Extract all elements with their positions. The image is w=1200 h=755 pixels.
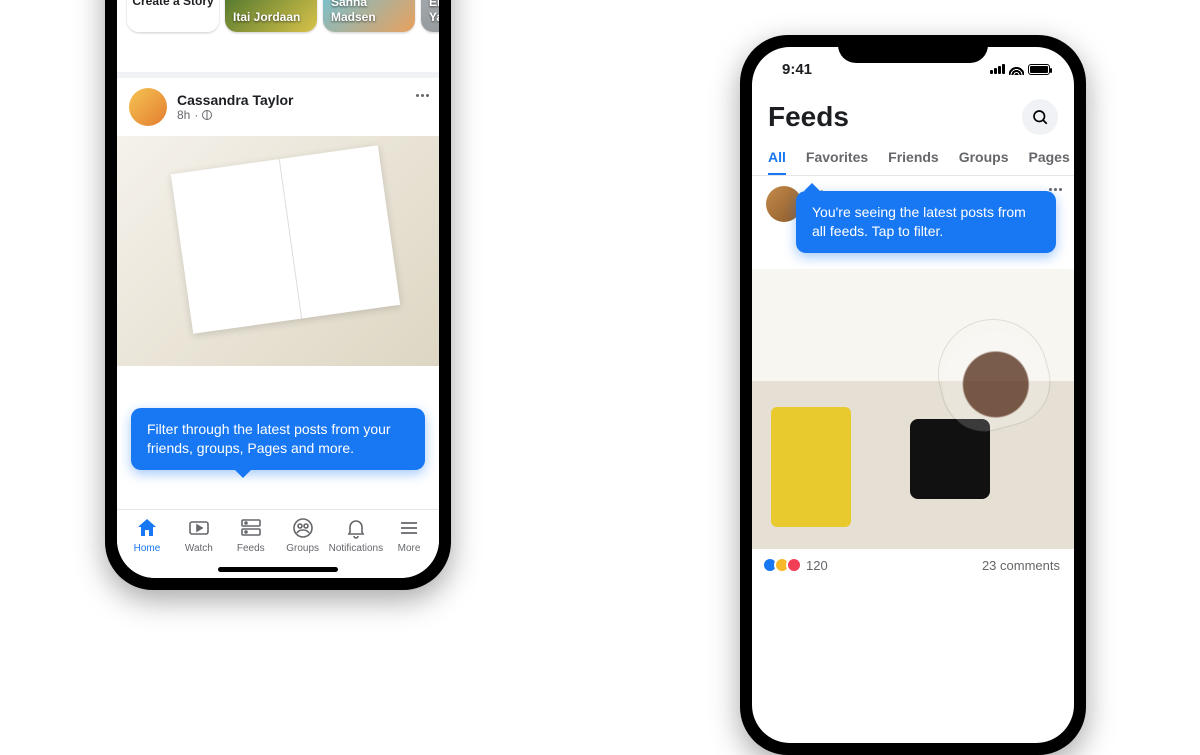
avatar[interactable] [129,88,167,126]
post-image[interactable] [752,269,1074,549]
post-meta: 8h · [177,108,293,122]
search-button[interactable] [1022,99,1058,135]
nav-home[interactable]: Home [121,516,173,574]
post-menu-button[interactable] [416,94,429,97]
phone-notch [838,35,988,63]
feeds-header: Feeds [752,91,1074,141]
reactions[interactable]: 120 [766,557,828,573]
phone-mockup-right: 9:41 Feeds All Favorites Friends Groups … [740,35,1086,755]
story-item[interactable]: Sanna Madsen [323,0,415,32]
comment-count[interactable]: 23 comments [982,558,1060,573]
phone-screen-right: 9:41 Feeds All Favorites Friends Groups … [752,47,1074,743]
story-author-label: Itai Jordaan [233,10,309,24]
tab-friends[interactable]: Friends [888,141,939,175]
coffee-bag-illustration [771,407,851,527]
post-age: 8h [177,108,190,122]
nav-label: Watch [185,543,213,554]
home-indicator[interactable] [117,567,439,572]
post-author[interactable]: Cassandra Taylor [177,92,293,108]
nav-label: Groups [286,543,319,554]
nav-label: Feeds [237,543,265,554]
love-reaction-icon [786,557,802,573]
feeds-filter-tooltip[interactable]: You're seeing the latest posts from all … [796,191,1056,253]
post-image[interactable] [117,136,439,366]
stories-row[interactable]: + Create a Story Itai Jordaan Sanna Mads… [117,0,439,42]
story-item[interactable]: Itai Jordaan [225,0,317,32]
feeds-tooltip[interactable]: Filter through the latest posts from you… [131,408,425,470]
story-item[interactable]: Eitan Yama [421,0,439,32]
bell-icon [344,516,368,540]
nav-groups[interactable]: Groups [277,516,329,574]
post-card: Cassandra Taylor 8h · [117,72,439,366]
story-create-label: Create a Story [127,0,219,32]
home-icon [135,516,159,540]
story-author-label: Eitan Yama [429,0,439,24]
tab-favorites[interactable]: Favorites [806,141,868,175]
nav-notifications[interactable]: Notifications [329,516,383,574]
nav-label: Home [134,543,161,554]
phone-mockup-left: + Create a Story Itai Jordaan Sanna Mads… [105,0,451,590]
signal-icon [989,61,1005,78]
feeds-tabs: All Favorites Friends Groups Pages [752,141,1074,176]
watch-icon [187,516,211,540]
globe-icon [202,110,212,120]
page-title: Feeds [768,101,849,133]
status-time: 9:41 [782,61,812,78]
tab-all[interactable]: All [768,141,786,175]
book-illustration [171,145,401,334]
post-header: Cassandra Taylor 8h · [117,78,439,136]
battery-icon [1028,64,1050,75]
nav-label: Notifications [329,543,383,554]
tab-pages[interactable]: Pages [1029,141,1070,175]
groups-icon [291,516,315,540]
nav-more[interactable]: More [383,516,435,574]
wifi-icon [1009,64,1024,75]
nav-label: More [398,543,421,554]
reaction-count: 120 [806,558,828,573]
post-menu-button[interactable] [1049,188,1062,191]
search-icon [1031,108,1049,126]
tab-groups[interactable]: Groups [959,141,1009,175]
tooltip-text: You're seeing the latest posts from all … [812,204,1026,239]
nav-feeds[interactable]: Feeds [225,516,277,574]
tooltip-text: Filter through the latest posts from you… [147,421,391,456]
post-footer: 120 23 comments [752,549,1074,581]
nav-watch[interactable]: Watch [173,516,225,574]
phone-screen-left: + Create a Story Itai Jordaan Sanna Mads… [117,0,439,578]
story-author-label: Sanna Madsen [331,0,407,24]
feeds-icon [239,516,263,540]
story-create[interactable]: + Create a Story [127,0,219,32]
menu-icon [397,516,421,540]
